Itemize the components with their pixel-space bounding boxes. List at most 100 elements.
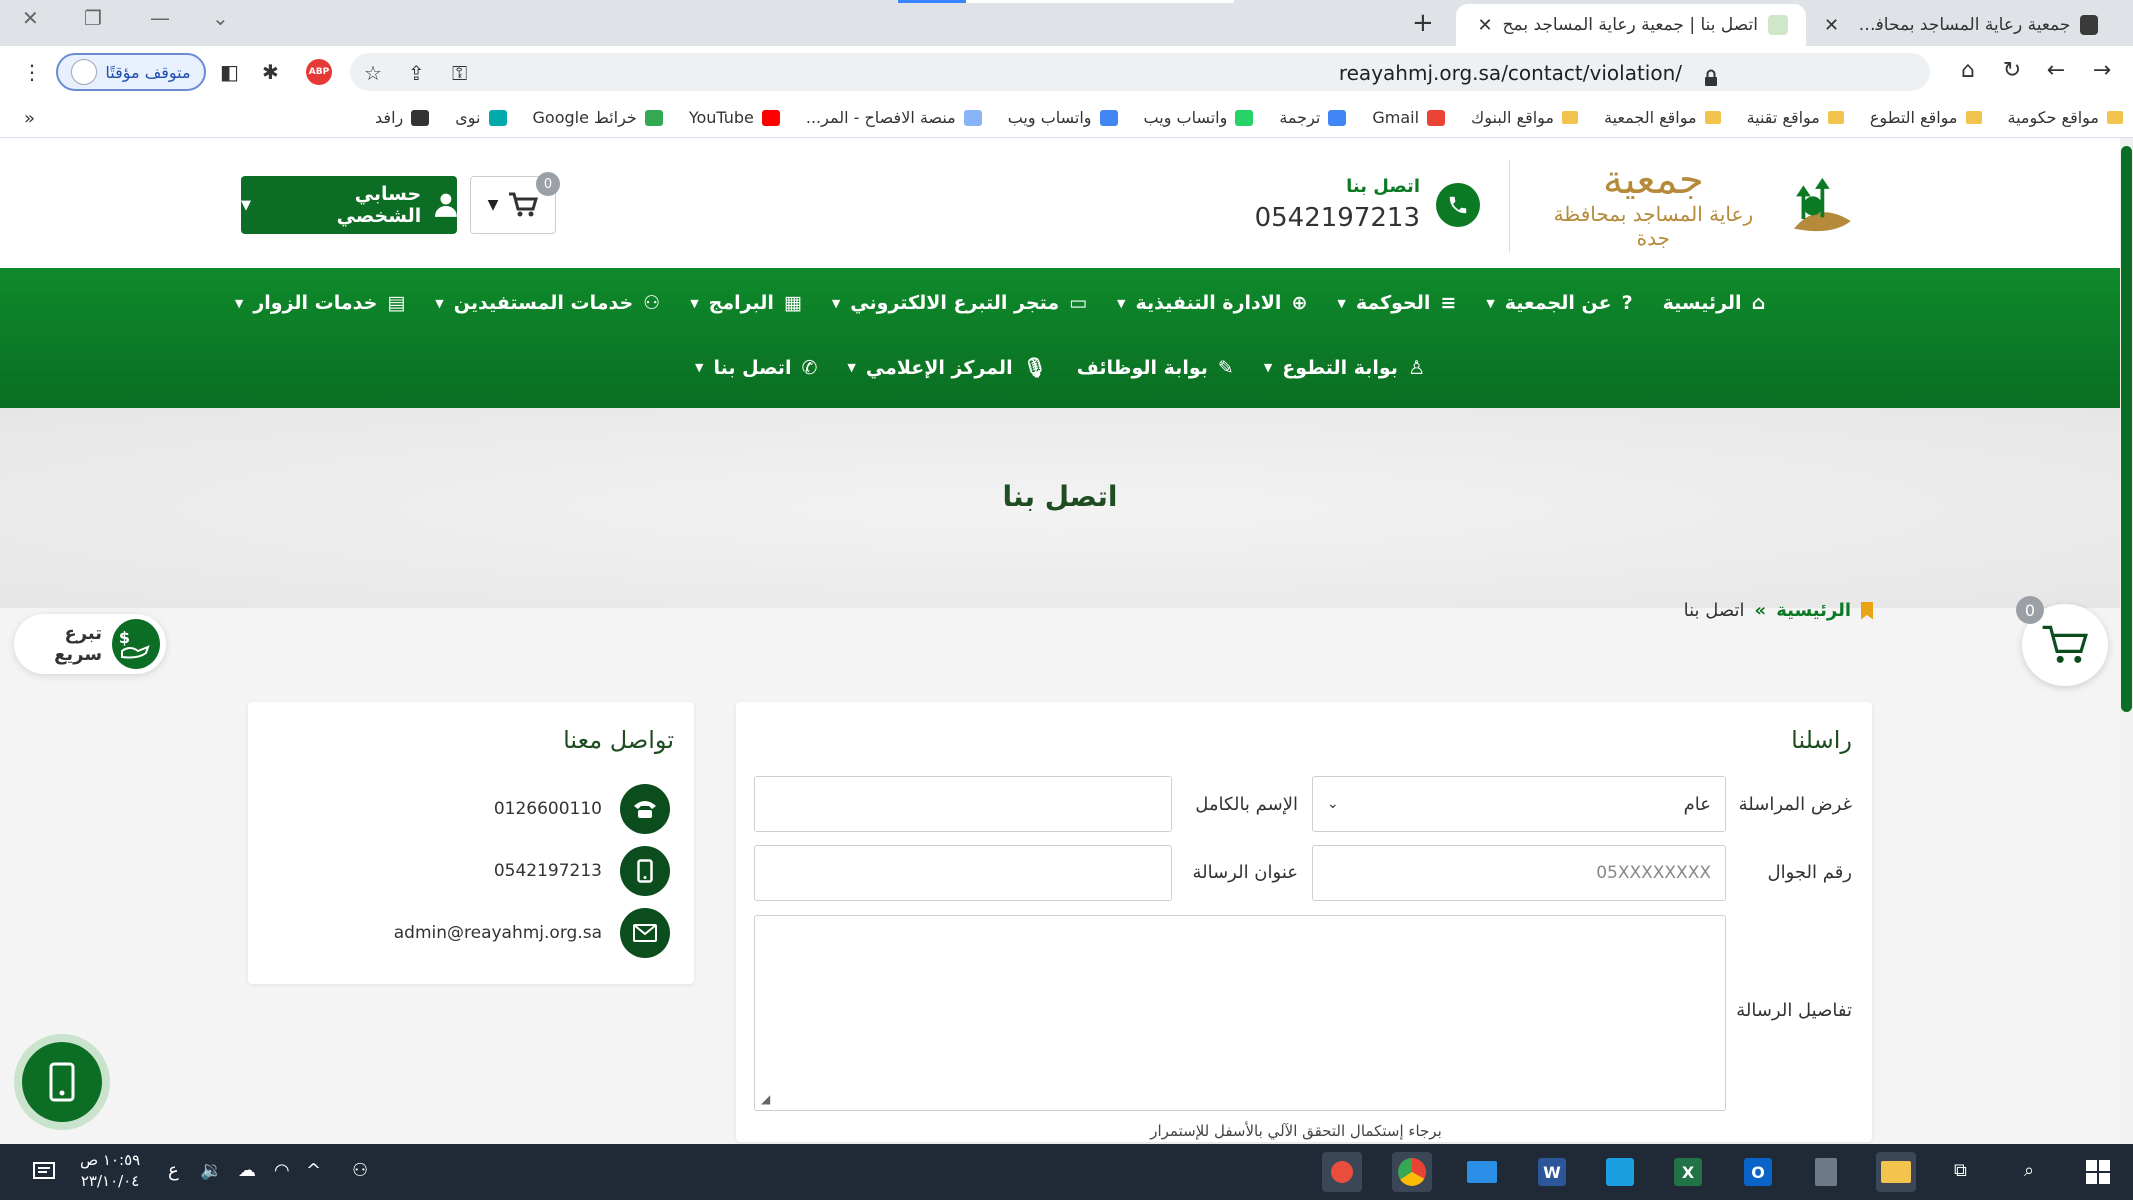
nav-item[interactable]: ✎ بوابة الوظائف [1077, 356, 1234, 379]
url-field[interactable]: ☆ ⇪ ⚿ reayahmj.org.sa/contact/violation/ [350, 53, 1930, 91]
tab-home[interactable]: جمعية رعاية المساجد بمحافظة جدة ✕ [1806, 4, 2116, 46]
task-view-icon[interactable]: ⧉ [1954, 1160, 1967, 1181]
tab-contact[interactable]: اتصل بنا | جمعية رعاية المساجد بمح ✕ [1456, 4, 1806, 46]
notifications-icon[interactable] [24, 1152, 64, 1192]
chevron-up-icon[interactable]: ^ [306, 1160, 321, 1181]
bookmark-item[interactable]: واتساب ويب [1144, 108, 1254, 127]
word-icon[interactable]: W [1532, 1152, 1572, 1192]
bookmark-item[interactable]: منصة الافصاح - المر... [806, 108, 982, 127]
menu-dots-icon[interactable]: ⋮ [22, 60, 42, 84]
nav-item[interactable]: ⚇ خدمات المستفيدين ▼ [435, 292, 660, 314]
nav-item[interactable]: ▭ متجر التبرع الالكتروني ▼ [832, 292, 1087, 314]
lock-icon[interactable] [1704, 69, 1718, 87]
breadcrumb-home-link[interactable]: الرئيسية [1776, 600, 1851, 621]
users-icon: ⚇ [643, 292, 661, 314]
nav-item[interactable]: ⊕ الادارة التنفيذية ▼ [1117, 292, 1307, 314]
full-name-input[interactable] [754, 776, 1172, 832]
bookmark-label: واتساب ويب [1143, 108, 1228, 127]
bookmark-item[interactable]: ترجمة [1279, 108, 1347, 127]
wifi-icon[interactable]: ◠ [274, 1160, 290, 1181]
folder-icon [1704, 111, 1721, 124]
bookmark-item[interactable]: مواقع التطوع [1870, 108, 1982, 127]
back-icon[interactable]: ← [2042, 58, 2070, 83]
close-tab-icon[interactable]: ✕ [1824, 15, 1839, 36]
password-key-icon[interactable]: ⚿ [452, 61, 467, 85]
outlook-icon[interactable]: O [1738, 1152, 1778, 1192]
nav-item[interactable]: ♙ بوابة التطوع ▼ [1264, 356, 1425, 379]
bookmark-item[interactable]: Gmail [1372, 108, 1446, 127]
nav-item-label: الرئيسية [1662, 292, 1742, 314]
site-logo[interactable]: جمعية رعاية المساجد بمحافظة جدة [1540, 158, 1860, 250]
subject-input[interactable] [754, 845, 1172, 901]
header-divider [1509, 160, 1510, 252]
contact-phone-row[interactable]: 0126600110 [494, 784, 670, 834]
adblock-plus-icon[interactable]: ABP [306, 59, 332, 85]
network-off-icon[interactable]: ☁ [238, 1160, 256, 1181]
bookmark-item[interactable]: خرائط Google [533, 108, 663, 127]
search-icon[interactable]: ⌕ [2024, 1160, 2034, 1181]
details-textarea[interactable]: ◢ [754, 915, 1726, 1111]
nav-item[interactable]: ⌂ الرئيسية [1663, 292, 1766, 314]
contact-mobile-row[interactable]: 0542197213 [494, 846, 670, 896]
bookmark-item[interactable]: مواقع تقنية [1747, 108, 1844, 127]
bookmarks-overflow-button[interactable]: » [24, 108, 35, 129]
bookmark-item[interactable]: نوى [455, 108, 507, 127]
contact-email-row[interactable]: admin@reayahmj.org.sa [394, 908, 670, 958]
tab-search-chevron-icon[interactable]: ⌄ [212, 6, 229, 30]
bookmark-item[interactable]: واتساب ويب [1008, 108, 1118, 127]
bookmark-label: Gmail [1372, 108, 1420, 127]
my-account-button[interactable]: حسابي الشخصي ▼ [241, 176, 457, 234]
reload-icon[interactable]: ↻ [1998, 58, 2026, 83]
new-tab-button[interactable]: + [1412, 8, 1434, 38]
minimize-window-icon[interactable]: — [150, 6, 170, 30]
mobile-app-button[interactable] [14, 1034, 110, 1130]
calculator-icon[interactable] [1806, 1152, 1846, 1192]
nav-item[interactable]: ≡ الحوكمة ▼ [1337, 292, 1456, 314]
input-language[interactable]: ع [168, 1160, 179, 1181]
nav-item[interactable]: ? عن الجمعية ▼ [1486, 292, 1632, 314]
bookmark-item[interactable]: مواقع الجمعية [1604, 108, 1721, 127]
scrollbar-thumb[interactable] [2121, 146, 2132, 712]
resize-handle-icon[interactable]: ◢ [761, 1092, 770, 1106]
close-tab-icon[interactable]: ✕ [1477, 15, 1492, 36]
network-app-icon[interactable] [1600, 1152, 1640, 1192]
bookmark-item[interactable]: YouTube [689, 108, 780, 127]
forward-icon[interactable]: → [2088, 58, 2116, 83]
nav-item[interactable]: ✆ اتصل بنا ▼ [695, 356, 817, 379]
bookmark-label: مواقع تقنية [1746, 108, 1820, 127]
restore-window-icon[interactable]: ❐ [84, 6, 102, 30]
people-icon[interactable]: ⚇ [352, 1160, 368, 1181]
clock-date: ٢٣/١٠/٠٤ [80, 1172, 140, 1190]
purpose-select[interactable]: عام ⌄ [1312, 776, 1726, 832]
header-call[interactable]: اتصل بنا 0542197213 [1255, 176, 1480, 233]
bookmark-item[interactable]: رافد [375, 108, 430, 127]
shirt-icon: ♙ [1407, 356, 1425, 379]
donate-hand-icon: $ [112, 619, 160, 669]
volume-icon[interactable]: 🔉 [200, 1160, 222, 1181]
nav-item-label: الحوكمة [1355, 292, 1431, 314]
windows-start-icon[interactable] [2078, 1152, 2118, 1192]
bookmark-item[interactable]: مواقع البنوك [1471, 108, 1578, 127]
quick-donate-button[interactable]: $ تبرع سريع [14, 614, 166, 674]
nav-item[interactable]: ▦ البرامج ▼ [690, 292, 802, 314]
nav-item[interactable]: ▤ خدمات الزوار ▼ [235, 292, 405, 314]
mobile-input[interactable]: 05XXXXXXXX [1312, 845, 1726, 901]
home-icon[interactable]: ⌂ [1954, 58, 1982, 83]
doc-icon [963, 109, 982, 126]
system-clock[interactable]: ١٠:٥٩ ص ٢٣/١٠/٠٤ [80, 1150, 140, 1192]
profile-paused-button[interactable]: متوقف مؤقتًا [56, 53, 206, 91]
close-window-icon[interactable]: ✕ [22, 6, 39, 30]
bookmark-star-icon[interactable]: ☆ [364, 61, 382, 85]
share-icon[interactable]: ⇪ [408, 61, 425, 85]
extensions-puzzle-icon[interactable]: ✱ [262, 60, 279, 84]
bookmark-item[interactable]: مواقع حكومية [2008, 108, 2123, 127]
browser-tab-bar: ✕ ❐ — ⌄ + اتصل بنا | جمعية رعاية المساجد… [0, 0, 2133, 46]
mail-icon[interactable] [1462, 1152, 1502, 1192]
address-bar-row: ⋮ متوقف مؤقتًا ◧ ✱ ABP ☆ ⇪ ⚿ reayahmj.or… [0, 46, 2133, 98]
chrome-icon[interactable] [1392, 1152, 1432, 1192]
excel-icon[interactable]: X [1668, 1152, 1708, 1192]
paint-app-icon[interactable] [1322, 1152, 1362, 1192]
nav-item[interactable]: 🎙 المركز الإعلامي ▼ [847, 356, 1046, 380]
side-panel-icon[interactable]: ◧ [220, 60, 239, 84]
file-explorer-icon[interactable] [1876, 1152, 1916, 1192]
